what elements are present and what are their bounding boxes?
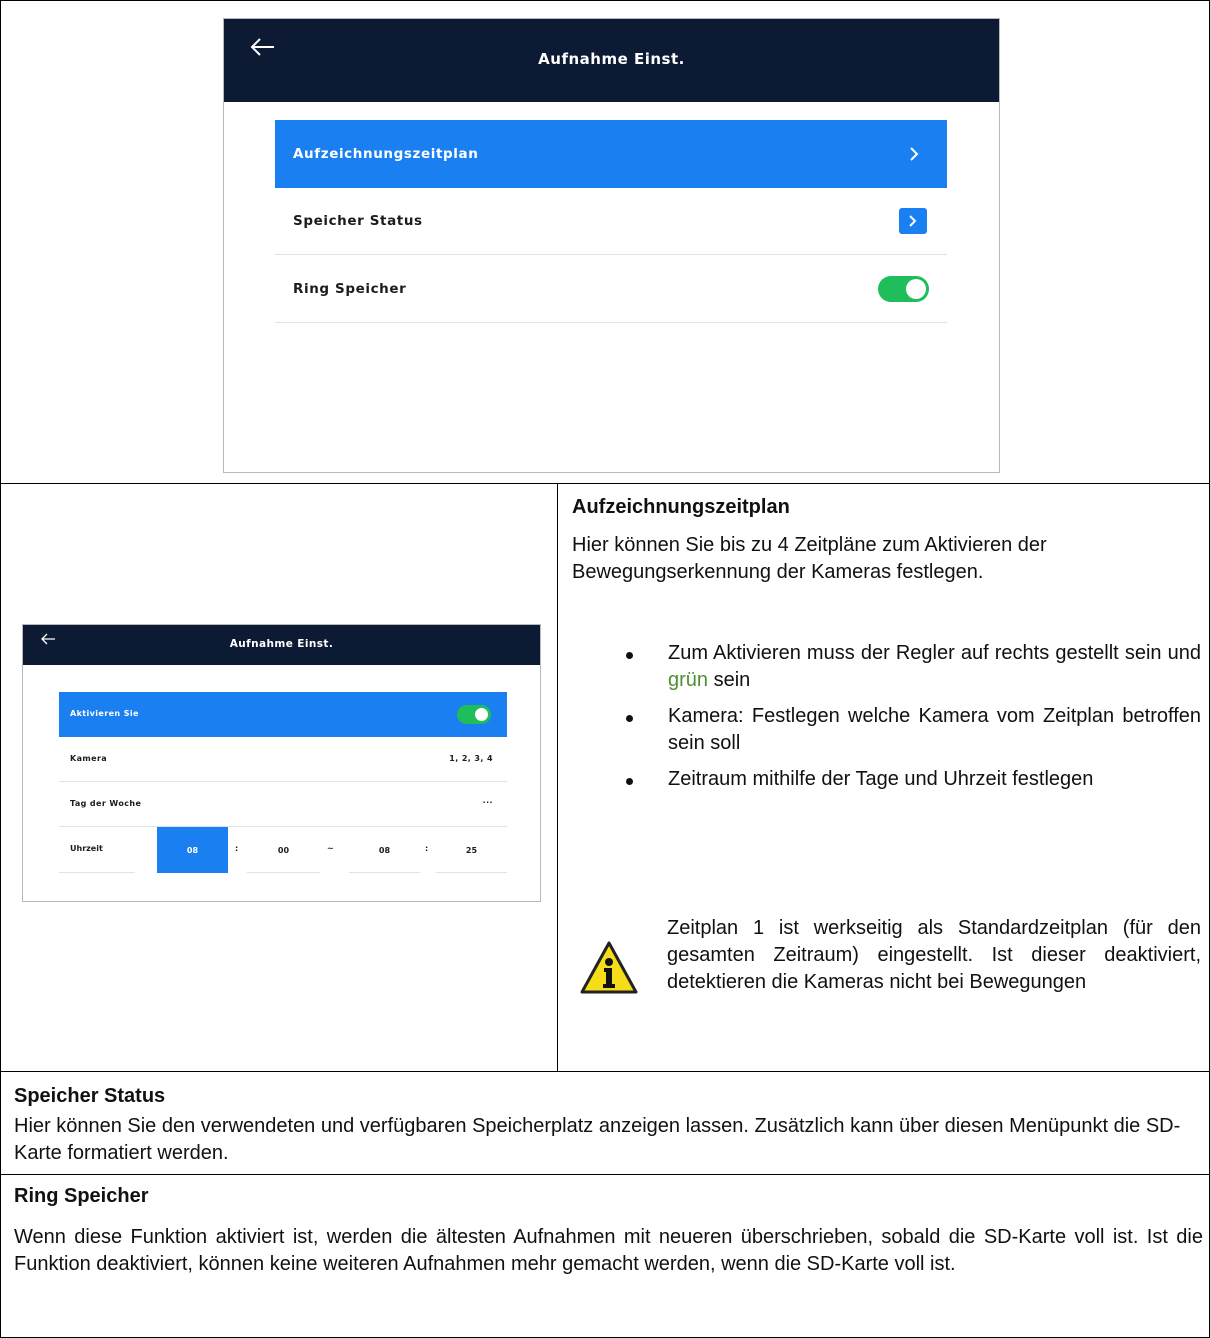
table-divider (0, 483, 1210, 484)
menu-item-ring-storage: Ring Speicher (275, 255, 947, 323)
divider (349, 872, 420, 873)
time-label: Uhrzeit (70, 844, 103, 853)
time-row: Uhrzeit 08 : 00 ~ 08 : 25 (59, 827, 507, 873)
schedule-bullet-list: Zum Aktivieren muss der Regler auf recht… (626, 640, 1201, 793)
camera-label: Kamera (70, 754, 108, 763)
activate-label: Aktivieren Sie (70, 709, 139, 718)
chevron-right-icon (905, 144, 923, 164)
ring-storage-toggle[interactable] (878, 276, 929, 302)
table-divider (0, 1071, 1210, 1072)
toggle-knob (475, 708, 488, 721)
start-minute-field[interactable]: 00 (247, 827, 320, 873)
schedule-intro: Hier können Sie bis zu 4 Zeitpläne zum A… (572, 534, 1047, 583)
time-separator: : (235, 844, 239, 853)
menu-item-storage-status[interactable]: Speicher Status (275, 187, 947, 255)
bullet (626, 652, 633, 659)
screen-title: Aufnahme Einst. (538, 50, 685, 68)
menu-item-label: Aufzeichnungszeitplan (293, 146, 479, 162)
toggle-knob (906, 279, 926, 299)
time-separator: : (425, 844, 429, 853)
screen-header: Aufnahme Einst. (23, 625, 540, 665)
recording-settings-screenshot: Aufnahme Einst. Aufzeichnungszeitplan Sp… (223, 18, 1000, 473)
divider (247, 872, 320, 873)
screen-header: Aufnahme Einst. (224, 19, 999, 102)
chevron-right-icon[interactable] (899, 208, 927, 234)
weekday-value: ... (482, 796, 493, 805)
bullet (626, 778, 633, 785)
divider (59, 872, 135, 873)
weekday-label: Tag der Woche (70, 799, 142, 808)
range-separator: ~ (327, 844, 334, 853)
bullet (626, 715, 633, 722)
list-item: Kamera: Festlegen welche Kamera vom Zeit… (626, 703, 1201, 757)
highlight-text: grün (668, 669, 709, 691)
screen-title: Aufnahme Einst. (229, 638, 334, 650)
activate-toggle[interactable] (457, 705, 491, 724)
divider (436, 872, 507, 873)
ring-text: Wenn diese Funktion aktiviert ist, werde… (14, 1226, 1203, 1275)
ring-heading: Ring Speicher (14, 1185, 149, 1207)
menu-item-label: Speicher Status (293, 213, 423, 229)
weekday-row[interactable]: Tag der Woche ... (59, 782, 507, 827)
info-warning-icon (579, 940, 639, 1001)
schedule-settings-screenshot: Aufnahme Einst. Aktivieren Sie Kamera 1,… (22, 624, 541, 902)
end-minute-field[interactable]: 25 (436, 827, 507, 873)
storage-heading: Speicher Status (14, 1085, 166, 1107)
start-hour-field[interactable]: 08 (157, 827, 228, 873)
menu-item-label: Ring Speicher (293, 281, 407, 297)
storage-text: Hier können Sie den verwendeten und verf… (14, 1115, 1181, 1164)
menu-item-recording-schedule[interactable]: Aufzeichnungszeitplan (275, 120, 947, 188)
activate-row: Aktivieren Sie (59, 692, 507, 737)
camera-row[interactable]: Kamera 1, 2, 3, 4 (59, 737, 507, 782)
list-item: Zum Aktivieren muss der Regler auf recht… (626, 640, 1201, 694)
end-hour-field[interactable]: 08 (349, 827, 420, 873)
camera-value: 1, 2, 3, 4 (449, 754, 493, 763)
schedule-note: Zeitplan 1 ist werkseitig als Standardze… (667, 917, 1201, 993)
table-divider (0, 1174, 1210, 1175)
list-item: Zeitraum mithilfe der Tage und Uhrzeit f… (626, 766, 1201, 793)
table-column-divider (557, 483, 558, 1071)
schedule-heading: Aufzeichnungszeitplan (572, 496, 790, 518)
